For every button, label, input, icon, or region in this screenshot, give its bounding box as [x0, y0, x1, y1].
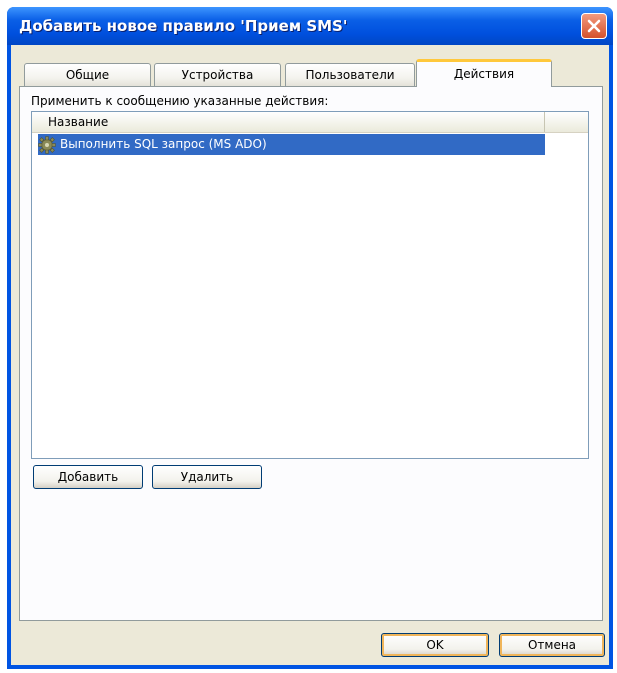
- list-item[interactable]: Выполнить SQL запрос (MS ADO): [38, 134, 545, 155]
- window-title: Добавить новое правило 'Прием SMS': [19, 17, 348, 35]
- add-button[interactable]: Добавить: [33, 465, 143, 489]
- dialog-client-area: Общие Устройства Пользователи Действия П…: [11, 45, 609, 665]
- dialog-window: Добавить новое правило 'Прием SMS' Общие…: [7, 7, 613, 669]
- actions-list[interactable]: Название Выполнить SQL запрос (MS ADO): [31, 111, 589, 459]
- tab-general[interactable]: Общие: [24, 63, 151, 87]
- list-item-label: Выполнить SQL запрос (MS ADO): [60, 137, 267, 151]
- tab-actions[interactable]: Действия: [416, 59, 552, 87]
- gear-icon: [38, 136, 56, 158]
- column-header-name[interactable]: Название: [32, 112, 545, 132]
- title-bar[interactable]: Добавить новое правило 'Прием SMS': [7, 7, 613, 45]
- close-button[interactable]: [581, 13, 607, 39]
- list-header: Название: [32, 112, 588, 133]
- tab-actions-label: Действия: [453, 67, 515, 81]
- tab-devices-label: Устройства: [181, 68, 254, 82]
- cancel-button[interactable]: Отмена: [499, 633, 605, 657]
- tab-users[interactable]: Пользователи: [285, 63, 415, 87]
- tab-users-label: Пользователи: [305, 68, 395, 82]
- remove-button[interactable]: Удалить: [152, 465, 262, 489]
- tab-general-label: Общие: [65, 68, 110, 82]
- actions-label: Применить к сообщению указанные действия…: [31, 94, 329, 108]
- ok-button[interactable]: OK: [381, 633, 489, 657]
- close-icon: [587, 19, 601, 33]
- tab-devices[interactable]: Устройства: [154, 63, 281, 87]
